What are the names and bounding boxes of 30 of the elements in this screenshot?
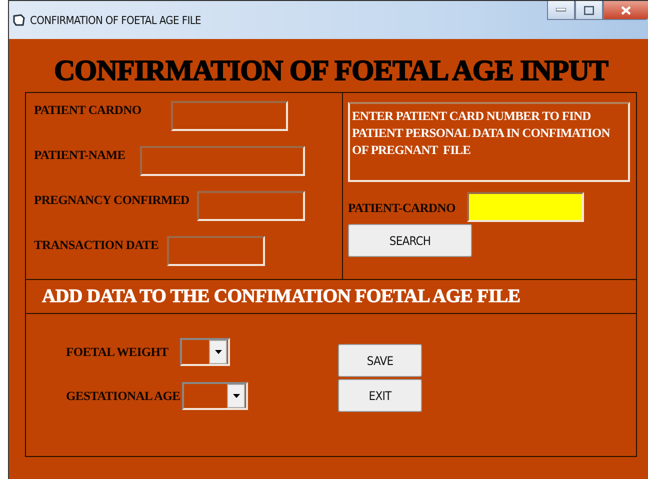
- field-label: FOETAL WEIGHT: [66, 344, 168, 360]
- maximize-icon: [584, 6, 594, 14]
- field-label: TRANSACTION DATE: [34, 238, 159, 253]
- section-heading: ADD DATA TO THE CONFIMATION FOETAL AGE FILE: [42, 286, 520, 308]
- dropdown[interactable]: [182, 382, 248, 410]
- field-label: PATIENT-NAME: [34, 148, 126, 163]
- action-button[interactable]: EXIT: [338, 379, 422, 412]
- input-field[interactable]: [197, 191, 306, 221]
- field-label: PATIENT CARDNO: [34, 103, 142, 118]
- caret-icon: [232, 394, 240, 398]
- minimize-button[interactable]: [547, 1, 575, 20]
- cardno-input-field[interactable]: [467, 192, 584, 222]
- input-field[interactable]: [140, 146, 306, 176]
- search-button[interactable]: SEARCH: [348, 224, 472, 257]
- minimize-icon: [556, 8, 566, 12]
- window-title: CONFIRMATION OF FOETAL AGE FILE: [30, 14, 202, 26]
- field-label: PREGNANCY CONFIRMED: [34, 193, 190, 208]
- maximize-button[interactable]: [575, 1, 603, 20]
- input-field[interactable]: [166, 236, 265, 266]
- field-label: PATIENT-CARDNO: [348, 200, 456, 216]
- field-label: GESTATIONAL AGE: [66, 388, 180, 404]
- instructions-text: ENTER PATIENT CARD NUMBER TO FIND PATIENT PERSONAL DATA IN CONFIMATION OF PREGNANT FILE: [348, 102, 630, 182]
- close-button[interactable]: [603, 1, 648, 20]
- app-icon: [13, 14, 25, 26]
- form-heading: CONFIRMATION OF FOETAL AGE INPUT: [53, 55, 609, 88]
- action-button[interactable]: SAVE: [338, 344, 422, 377]
- close-icon: [621, 6, 631, 14]
- input-field[interactable]: [171, 101, 288, 131]
- dropdown[interactable]: [180, 338, 230, 366]
- caret-icon: [214, 350, 222, 354]
